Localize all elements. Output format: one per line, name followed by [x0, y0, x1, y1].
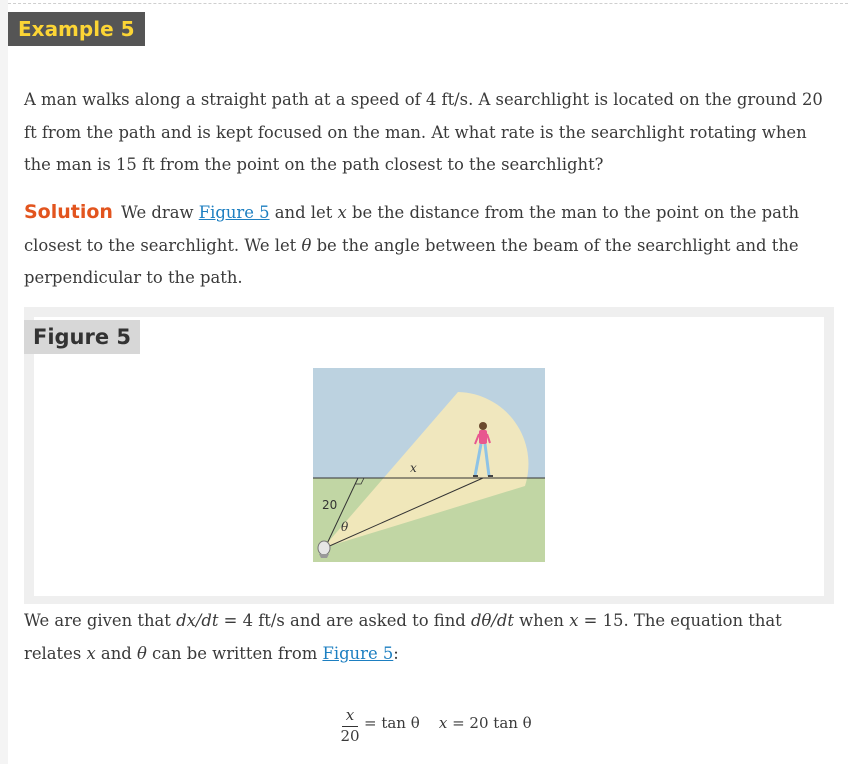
given-text-3: when — [513, 611, 570, 630]
equation-rhs: = tan θ x = 20 tan θ — [364, 713, 532, 733]
solution-paragraph: Solution We draw Figure 5 and let x be th… — [24, 196, 834, 295]
figure-5-link[interactable]: Figure 5 — [199, 203, 270, 222]
given-paragraph: We are given that dx/dt = 4 ft/s and are… — [24, 605, 834, 670]
given-text-1: We are given that — [24, 611, 177, 630]
given-text-2: = 4 ft/s and are asked to find — [218, 611, 471, 630]
figure-5-link-2[interactable]: Figure 5 — [322, 644, 393, 663]
equation-tan: = tan θ — [364, 714, 420, 732]
fraction-numerator: x — [345, 706, 355, 724]
example-label: Example 5 — [8, 12, 145, 46]
var-x: x — [337, 203, 347, 222]
given-text-5: and — [95, 643, 137, 663]
searchlight-icon — [317, 540, 331, 558]
math-theta: θ — [136, 643, 147, 663]
top-divider — [8, 3, 848, 4]
figure-label: Figure 5 — [24, 320, 140, 354]
problem-statement: A man walks along a straight path at a s… — [24, 90, 823, 174]
label-20: 20 — [322, 498, 337, 512]
fraction: x 20 — [340, 705, 360, 745]
given-text-7: : — [393, 643, 399, 663]
equation-20tan: = 20 tan θ — [447, 714, 532, 732]
left-margin-bar — [0, 0, 8, 764]
given-text-6: can be written from — [146, 643, 323, 663]
label-x: x — [410, 461, 417, 475]
label-theta: θ — [341, 520, 349, 534]
math-dxdt: dx/dt — [176, 611, 219, 630]
solution-text-2: and let — [269, 203, 338, 222]
fraction-denominator: 20 — [340, 727, 360, 745]
var-theta: θ — [301, 235, 312, 255]
solution-text-1: We draw — [120, 203, 199, 222]
searchlight-illustration: x 20 θ — [313, 368, 545, 562]
solution-label: Solution — [24, 201, 113, 223]
math-dthetadt: dθ/dt — [470, 611, 514, 630]
math-x-2: x — [86, 643, 96, 663]
